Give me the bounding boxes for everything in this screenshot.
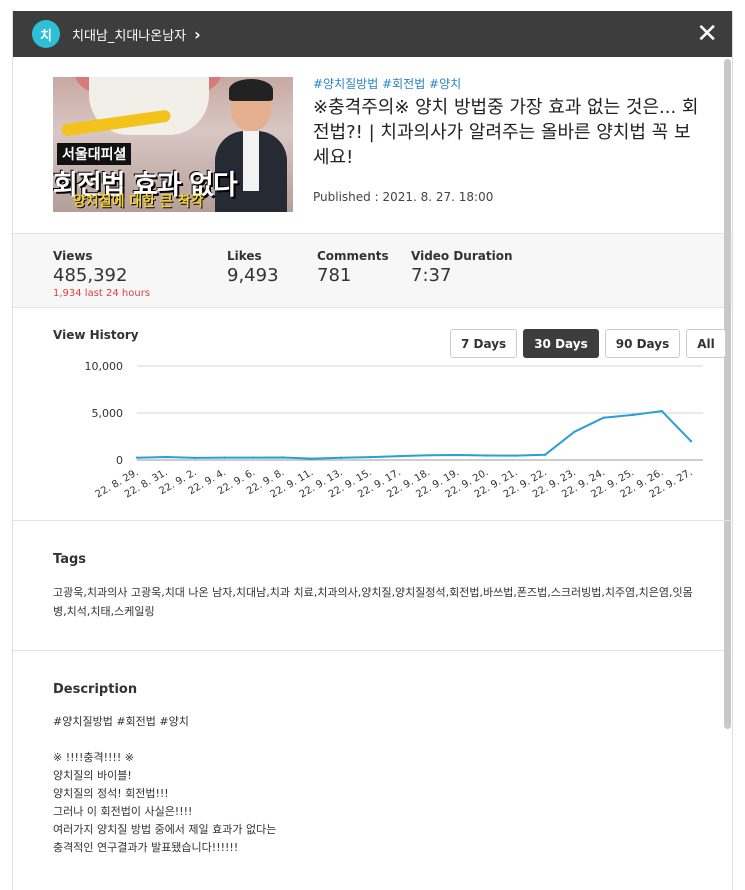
- video-summary: 서울대피셜 회전법 효과 없다 양치질에 대한 큰 착각 #양치질방법 #회전법…: [13, 57, 732, 234]
- description-title: Description: [53, 682, 138, 697]
- data-point: [631, 413, 634, 417]
- series-line: [136, 410, 692, 460]
- channel-name-link[interactable]: 치대남_치대나온남자: [72, 25, 186, 44]
- presenter-shirt: [243, 131, 259, 191]
- video-detail-modal: 치 치대남_치대나온남자 › ✕ 서울대피셜 회전법 효과 없다 양치질에 대한…: [12, 11, 733, 890]
- data-point: [194, 456, 197, 460]
- comments-label: Comments: [317, 249, 389, 263]
- duration-label: Video Duration: [411, 249, 513, 263]
- data-point: [485, 454, 489, 457]
- comments-value: 781: [317, 265, 352, 286]
- description-body: #양치질방법 #회전법 #양치 ※ !!!!충격!!!! ※ 양치질의 바이블!…: [53, 713, 732, 857]
- chevron-right-icon[interactable]: ›: [194, 25, 201, 44]
- data-point: [573, 430, 576, 433]
- logo-text: 치: [40, 28, 52, 44]
- views-label: Views: [53, 249, 93, 263]
- close-icon[interactable]: ✕: [696, 21, 718, 47]
- y-tick-label: 0: [116, 454, 123, 467]
- description-line: ※ !!!!충격!!!! ※: [53, 751, 134, 764]
- data-point: [427, 454, 430, 457]
- description-line: #양치질방법 #회전법 #양치: [53, 715, 189, 728]
- data-point: [544, 453, 547, 456]
- views-delta: 1,934 last 24 hours: [53, 288, 151, 299]
- description-line: 그러나 이 회전법이 사실은!!!!: [53, 805, 193, 818]
- thumbnail-subline: 양치질에 대한 큰 착각: [73, 194, 204, 210]
- presenter-hair: [229, 79, 273, 101]
- description-section: Description #양치질방법 #회전법 #양치 ※ !!!!충격!!!!…: [13, 651, 732, 857]
- y-tick-label: 5,000: [92, 407, 124, 420]
- data-point: [135, 456, 139, 459]
- stats-bar: Views 485,392 1,934 last 24 hours Likes …: [13, 234, 732, 308]
- data-point: [398, 454, 401, 458]
- description-line: 여러가지 양치질 방법 중에서 제일 효과가 없다는: [53, 823, 277, 836]
- data-point: [223, 456, 226, 459]
- data-point: [456, 453, 459, 457]
- duration-value: 7:37: [411, 265, 452, 286]
- data-point: [339, 456, 343, 460]
- modal-header: 치 치대남_치대나온남자 › ✕: [13, 11, 732, 57]
- data-point: [602, 416, 605, 419]
- description-line: 충격적인 연구결과가 발표됐습니다!!!!!!: [53, 841, 239, 854]
- data-point: [281, 456, 284, 459]
- published-date: Published : 2021. 8. 27. 18:00: [313, 190, 494, 204]
- video-hashtags[interactable]: #양치질방법 #회전법 #양치: [313, 75, 703, 92]
- data-point: [660, 409, 664, 413]
- video-title[interactable]: ※충격주의※ 양치 방법중 가장 효과 없는 것은... 회전법?! | 치과의…: [313, 95, 703, 170]
- stat-likes: Likes 9,493: [227, 249, 317, 307]
- tags-list: 고광욱,치과의사 고광욱,치대 나온 남자,치대남,치과 치료,치과의사,양치질…: [53, 586, 693, 618]
- description-line: 양치질의 바이블!: [53, 769, 132, 782]
- data-point: [252, 456, 255, 459]
- tags-section: Tags 고광욱,치과의사 고광욱,치대 나온 남자,치대남,치과 치료,치과의…: [13, 521, 732, 651]
- description-line: 양치질의 정석! 회전법!!!: [53, 787, 169, 800]
- video-info: #양치질방법 #회전법 #양치 ※충격주의※ 양치 방법중 가장 효과 없는 것…: [313, 77, 703, 233]
- data-point: [369, 455, 372, 459]
- view-history-section: View History 7 Days 30 Days 90 Days All …: [13, 308, 732, 521]
- channel-logo-icon[interactable]: 치: [32, 20, 60, 48]
- stat-comments: Comments 781: [317, 249, 411, 307]
- video-thumbnail[interactable]: 서울대피셜 회전법 효과 없다 양치질에 대한 큰 착각: [53, 77, 293, 212]
- tags-title: Tags: [53, 552, 87, 567]
- data-point: [164, 455, 168, 459]
- description-line: [53, 731, 732, 749]
- thumbnail-tag: 서울대피셜: [57, 143, 132, 165]
- view-history-chart: 10,0005,000022. 8. 29.22. 8. 31.22. 9. 2…: [85, 360, 703, 500]
- likes-value: 9,493: [227, 265, 279, 286]
- likes-label: Likes: [227, 249, 262, 263]
- data-point: [689, 440, 693, 443]
- stat-views: Views 485,392 1,934 last 24 hours: [53, 249, 227, 307]
- data-point: [514, 454, 518, 457]
- views-value: 485,392: [53, 265, 128, 286]
- stat-duration: Video Duration 7:37: [411, 249, 513, 307]
- data-point: [310, 457, 314, 460]
- y-tick-label: 10,000: [85, 360, 124, 373]
